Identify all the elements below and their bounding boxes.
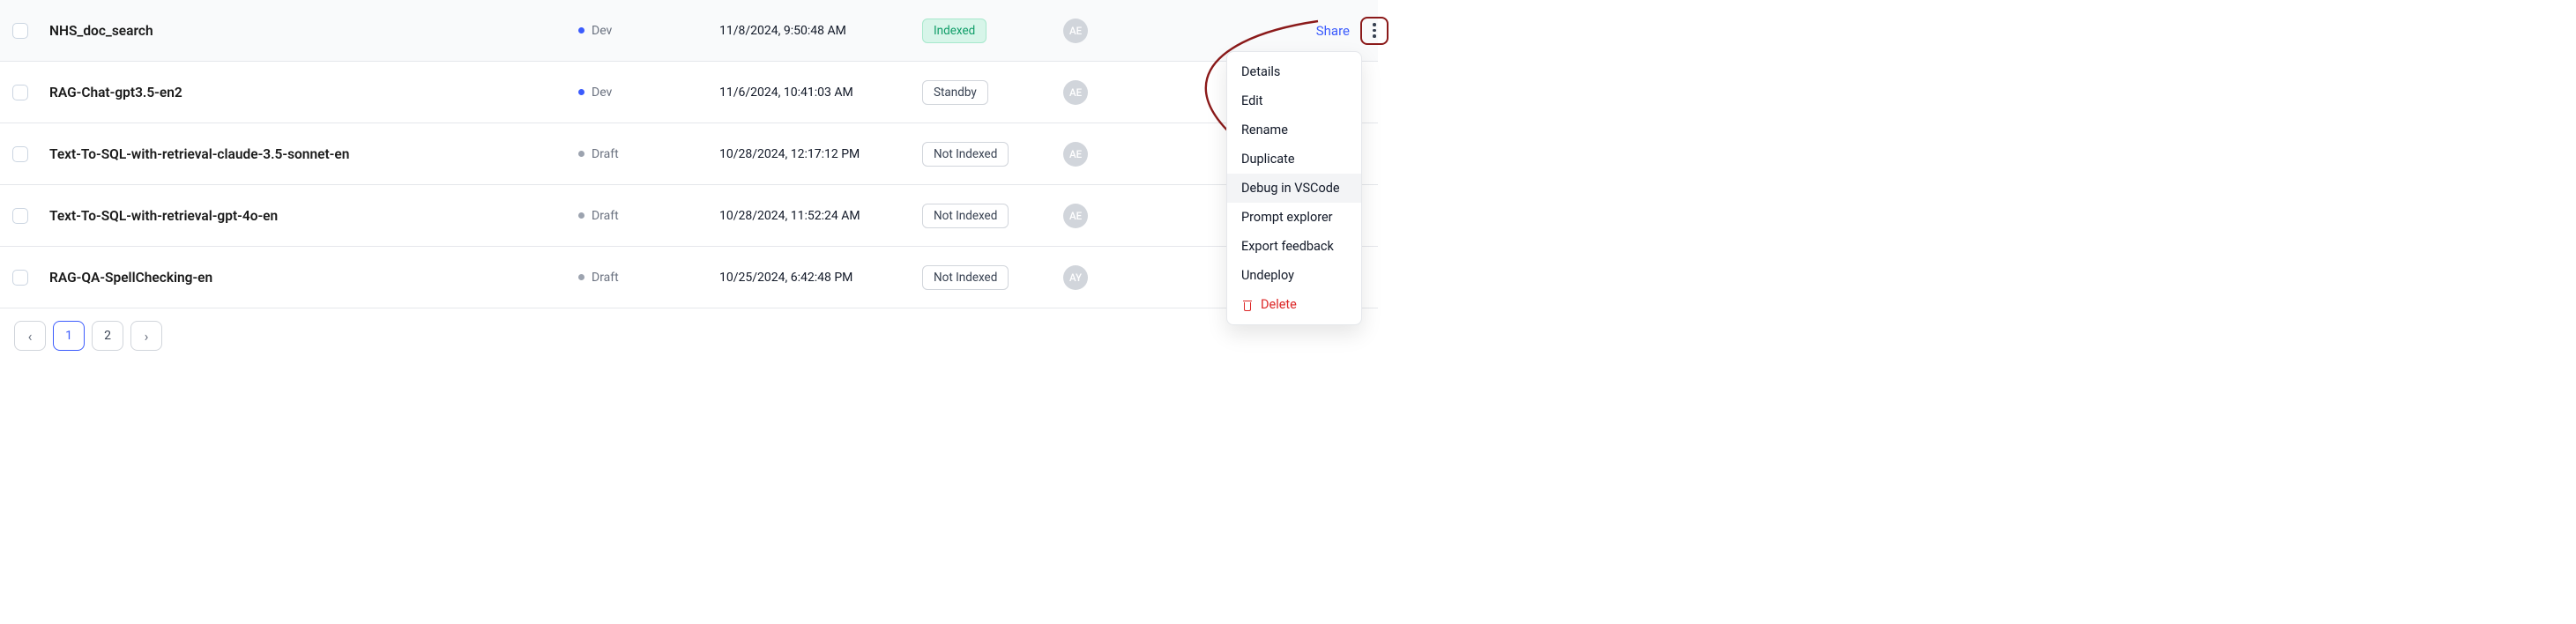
status-badge: Standby (922, 80, 988, 105)
row-checkbox[interactable] (12, 208, 28, 224)
row-badge-cell: Not Indexed (922, 265, 1063, 290)
table-row[interactable]: NHS_doc_search Dev 11/8/2024, 9:50:48 AMIn… (0, 0, 1378, 62)
status-dot-icon (578, 27, 584, 33)
status-dot-icon (578, 89, 584, 95)
row-status: Dev (578, 24, 719, 38)
dropdown-item-delete[interactable]: Delete (1227, 290, 1361, 319)
row-checkbox[interactable] (12, 23, 28, 39)
dropdown-item-label: Undeploy (1241, 268, 1294, 283)
more-actions-button[interactable] (1360, 17, 1389, 45)
status-dot-icon (578, 212, 584, 219)
row-name[interactable]: RAG-QA-SpellChecking-en (49, 270, 578, 286)
row-name[interactable]: Text-To-SQL-with-retrieval-gpt-4o-en (49, 208, 578, 224)
row-actions-dropdown: Details Edit Rename Duplicate Debug in VSCod… (1226, 51, 1362, 325)
row-date: 10/25/2024, 6:42:48 PM (719, 271, 922, 285)
row-checkbox-cell (12, 85, 49, 100)
row-checkbox[interactable] (12, 270, 28, 286)
avatar: AE (1063, 204, 1088, 228)
pagination: ‹ 12 › (0, 308, 1378, 351)
dropdown-item-label: Export feedback (1241, 239, 1334, 254)
share-link[interactable]: Share (1316, 23, 1350, 39)
dropdown-item-label: Rename (1241, 123, 1288, 137)
dropdown-item-edit[interactable]: Edit (1227, 86, 1361, 115)
row-badge-cell: Standby (922, 80, 1063, 105)
pagination-pages: 12 (53, 321, 123, 351)
row-name[interactable]: RAG-Chat-gpt3.5-en2 (49, 85, 578, 100)
dropdown-item-prompt-explorer[interactable]: Prompt explorer (1227, 203, 1361, 232)
row-badge-cell: Not Indexed (922, 142, 1063, 167)
table-row[interactable]: RAG-Chat-gpt3.5-en2 Dev 11/6/2024, 10:41:0… (0, 62, 1378, 123)
status-dot-icon (578, 274, 584, 280)
row-badge-cell: Indexed (922, 19, 1063, 43)
status-badge: Not Indexed (922, 142, 1009, 167)
row-status-label: Dev (592, 24, 612, 38)
avatar: AY (1063, 265, 1088, 290)
row-status-label: Draft (592, 209, 619, 223)
projects-table: NHS_doc_search Dev 11/8/2024, 9:50:48 AMIn… (0, 0, 1378, 308)
row-status: Dev (578, 85, 719, 100)
row-status: Draft (578, 271, 719, 285)
row-status-label: Draft (592, 271, 619, 285)
row-checkbox[interactable] (12, 85, 28, 100)
row-status: Draft (578, 147, 719, 161)
dropdown-item-label: Delete (1261, 297, 1297, 312)
dropdown-item-label: Duplicate (1241, 152, 1295, 167)
status-badge: Not Indexed (922, 265, 1009, 290)
row-name[interactable]: Text-To-SQL-with-retrieval-claude-3.5-so… (49, 146, 578, 162)
row-status: Draft (578, 209, 719, 223)
row-status-label: Draft (592, 147, 619, 161)
row-date: 11/6/2024, 10:41:03 AM (719, 85, 922, 100)
row-checkbox-cell (12, 146, 49, 162)
row-avatar-cell: AE (1063, 19, 1292, 43)
more-vertical-icon (1373, 23, 1376, 38)
dropdown-item-undeploy[interactable]: Undeploy (1227, 261, 1361, 290)
avatar: AE (1063, 142, 1088, 167)
dropdown-item-rename[interactable]: Rename (1227, 115, 1361, 145)
pagination-page-2[interactable]: 2 (92, 321, 123, 351)
status-badge: Not Indexed (922, 204, 1009, 228)
row-name[interactable]: NHS_doc_search (49, 23, 578, 39)
status-badge: Indexed (922, 19, 986, 43)
row-date: 10/28/2024, 11:52:24 AM (719, 209, 922, 223)
row-status-label: Dev (592, 85, 612, 100)
row-checkbox-cell (12, 208, 49, 224)
row-checkbox[interactable] (12, 146, 28, 162)
row-checkbox-cell (12, 270, 49, 286)
row-badge-cell: Not Indexed (922, 204, 1063, 228)
dropdown-item-label: Details (1241, 64, 1280, 79)
chevron-left-icon: ‹ (28, 328, 33, 345)
row-date: 11/8/2024, 9:50:48 AM (719, 24, 922, 38)
avatar: AE (1063, 19, 1088, 43)
pagination-page-1[interactable]: 1 (53, 321, 85, 351)
dropdown-item-duplicate[interactable]: Duplicate (1227, 145, 1361, 174)
avatar: AE (1063, 80, 1088, 105)
table-row[interactable]: Text-To-SQL-with-retrieval-gpt-4o-en Draf… (0, 185, 1378, 247)
dropdown-item-export-feedback[interactable]: Export feedback (1227, 232, 1361, 261)
dropdown-item-label: Edit (1241, 93, 1263, 108)
dropdown-item-label: Prompt explorer (1241, 210, 1333, 225)
table-row[interactable]: Text-To-SQL-with-retrieval-claude-3.5-so… (0, 123, 1378, 185)
dropdown-item-details[interactable]: Details (1227, 57, 1361, 86)
row-menu-cell (1350, 17, 1389, 45)
table-row[interactable]: RAG-QA-SpellChecking-en Draft 10/25/2024, … (0, 247, 1378, 308)
pagination-next[interactable]: › (130, 321, 162, 351)
trash-icon (1241, 299, 1254, 311)
row-date: 10/28/2024, 12:17:12 PM (719, 147, 922, 161)
pagination-prev[interactable]: ‹ (14, 321, 46, 351)
table-wrapper: NHS_doc_search Dev 11/8/2024, 9:50:48 AMIn… (0, 0, 1378, 351)
row-checkbox-cell (12, 23, 49, 39)
chevron-right-icon: › (145, 328, 149, 345)
row-share-cell: Share (1292, 23, 1350, 39)
status-dot-icon (578, 151, 584, 157)
dropdown-item-label: Debug in VSCode (1241, 181, 1340, 196)
dropdown-item-debug-in-vscode[interactable]: Debug in VSCode (1227, 174, 1361, 203)
